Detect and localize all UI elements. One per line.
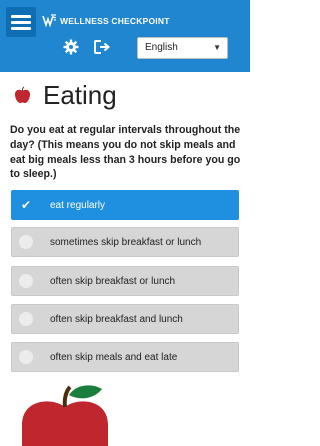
logo-mark-icon <box>42 14 56 28</box>
language-select[interactable]: English ▼ <box>137 37 228 59</box>
menu-button[interactable] <box>6 7 36 37</box>
radio-icon <box>19 312 33 326</box>
page-title-row: Eating <box>14 78 117 112</box>
option-sometimes-skip[interactable]: sometimes skip breakfast or lunch <box>11 227 239 257</box>
radio-icon <box>19 274 33 288</box>
option-eat-regularly[interactable]: ✔ eat regularly <box>11 190 239 220</box>
option-skip-meals-late[interactable]: often skip meals and eat late <box>11 342 239 372</box>
option-often-skip-and[interactable]: often skip breakfast and lunch <box>11 304 239 334</box>
option-label: often skip breakfast and lunch <box>50 313 183 325</box>
option-label: often skip breakfast or lunch <box>50 275 176 287</box>
logo-text: WELLNESS CHECKPOINT <box>60 16 170 26</box>
hamburger-line <box>11 21 31 24</box>
caret-down-icon: ▼ <box>213 43 221 52</box>
question-text: Do you eat at regular intervals througho… <box>10 124 241 181</box>
hamburger-line <box>11 15 31 18</box>
option-label: often skip meals and eat late <box>50 351 178 363</box>
option-often-skip-or[interactable]: often skip breakfast or lunch <box>11 266 239 296</box>
apple-icon <box>15 86 30 103</box>
logo: WELLNESS CHECKPOINT <box>42 11 170 31</box>
option-label: sometimes skip breakfast or lunch <box>50 236 202 248</box>
language-select-value: English <box>145 42 178 53</box>
hamburger-line <box>11 27 31 30</box>
radio-icon <box>19 350 33 364</box>
option-label: eat regularly <box>50 199 106 211</box>
apple-illustration-icon <box>22 385 108 446</box>
gear-icon[interactable] <box>63 39 79 55</box>
page-title: Eating <box>43 79 117 110</box>
checkmark-icon: ✔ <box>20 198 32 212</box>
logout-icon[interactable] <box>93 39 111 55</box>
top-bar: WELLNESS CHECKPOINT English ▼ <box>0 0 250 72</box>
radio-icon <box>19 235 33 249</box>
